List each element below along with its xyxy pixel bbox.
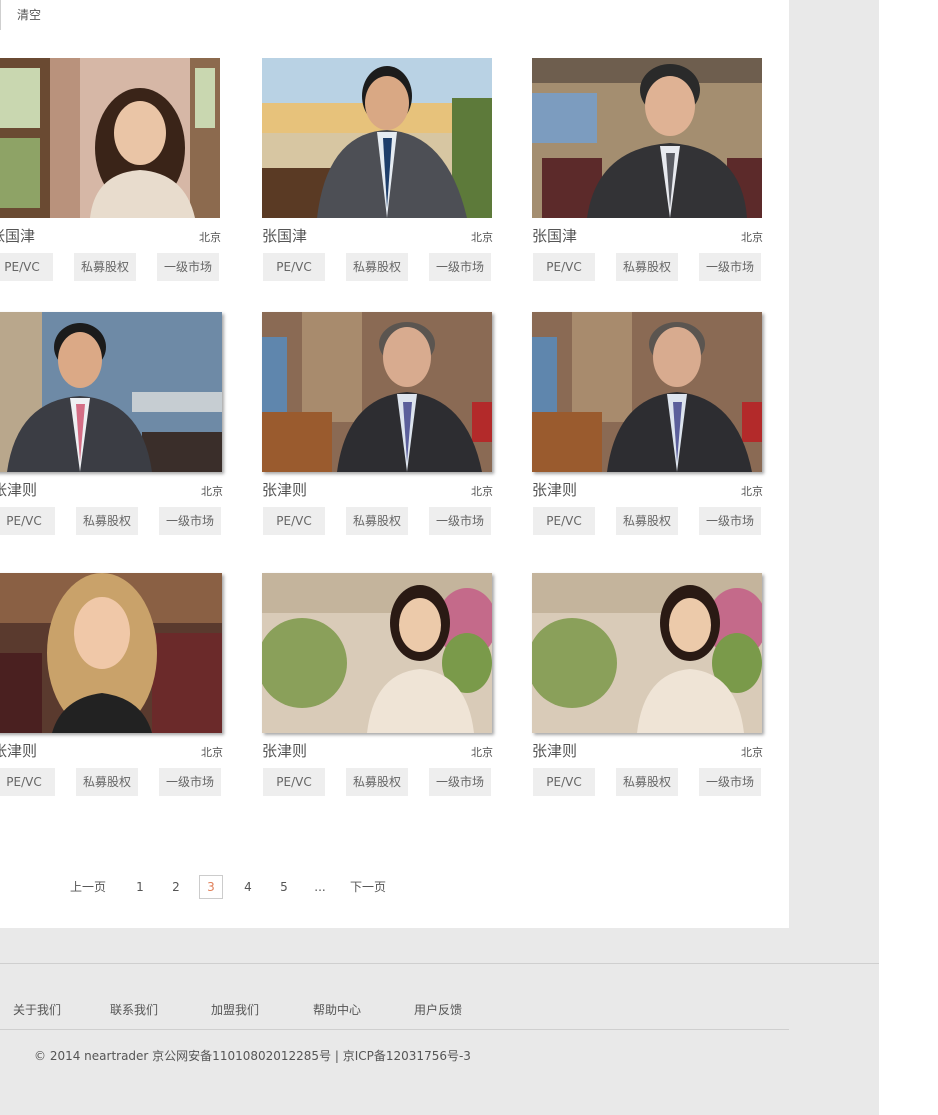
- advisor-name: 张津则: [0, 742, 38, 760]
- advisor-city: 北京: [741, 746, 763, 759]
- tag-private-equity[interactable]: 私募股权: [616, 507, 678, 535]
- advisor-photo[interactable]: [0, 312, 222, 472]
- advisor-photo[interactable]: [262, 312, 492, 472]
- footer-divider-bottom: [0, 1029, 789, 1030]
- tag-pevc[interactable]: PE/VC: [533, 768, 595, 796]
- footer-link-join[interactable]: 加盟我们: [211, 1001, 259, 1018]
- tag-pevc[interactable]: PE/VC: [263, 507, 325, 535]
- tag-primary-market[interactable]: 一级市场: [429, 768, 491, 796]
- tag-private-equity[interactable]: 私募股权: [616, 768, 678, 796]
- advisor-city: 北京: [471, 231, 493, 244]
- next-page-button[interactable]: 下一页: [349, 875, 387, 899]
- advisor-city: 北京: [201, 485, 223, 498]
- content-panel: 清空 张国津 北京 PE/VC 私募股权 一级市场: [0, 0, 789, 928]
- advisor-name: 张国津: [262, 227, 308, 245]
- tag-private-equity[interactable]: 私募股权: [74, 253, 136, 281]
- footer-link-contact[interactable]: 联系我们: [110, 1001, 158, 1018]
- footer-link-help[interactable]: 帮助中心: [313, 1001, 361, 1018]
- tag-pevc[interactable]: PE/VC: [0, 253, 53, 281]
- tag-primary-market[interactable]: 一级市场: [159, 768, 221, 796]
- advisor-photo[interactable]: [0, 58, 220, 218]
- tag-primary-market[interactable]: 一级市场: [699, 253, 761, 281]
- page-5-link[interactable]: 5: [277, 875, 291, 899]
- advisor-name: 张国津: [0, 227, 36, 245]
- tag-private-equity[interactable]: 私募股权: [616, 253, 678, 281]
- page-1-link[interactable]: 1: [133, 875, 147, 899]
- advisor-photo[interactable]: [0, 573, 222, 733]
- tag-private-equity[interactable]: 私募股权: [76, 768, 138, 796]
- page-4-link[interactable]: 4: [241, 875, 255, 899]
- tag-primary-market[interactable]: 一级市场: [159, 507, 221, 535]
- footer-divider-top: [0, 963, 879, 964]
- footer-copyright: © 2014 neartrader 京公网安备11010802012285号 |…: [34, 1049, 471, 1063]
- footer-link-about[interactable]: 关于我们: [13, 1001, 61, 1018]
- advisor-city: 北京: [471, 746, 493, 759]
- advisor-name: 张津则: [262, 742, 308, 760]
- prev-page-button[interactable]: 上一页: [69, 875, 107, 899]
- clear-filter-button[interactable]: 清空: [17, 6, 41, 23]
- tag-pevc[interactable]: PE/VC: [533, 253, 595, 281]
- tag-primary-market[interactable]: 一级市场: [699, 768, 761, 796]
- tag-pevc[interactable]: PE/VC: [0, 768, 55, 796]
- tag-primary-market[interactable]: 一级市场: [699, 507, 761, 535]
- advisor-city: 北京: [471, 485, 493, 498]
- advisor-photo[interactable]: [532, 58, 762, 218]
- tag-private-equity[interactable]: 私募股权: [346, 507, 408, 535]
- tag-primary-market[interactable]: 一级市场: [429, 507, 491, 535]
- tag-pevc[interactable]: PE/VC: [263, 768, 325, 796]
- advisor-city: 北京: [741, 485, 763, 498]
- advisor-photo[interactable]: [262, 58, 492, 218]
- advisor-name: 张津则: [532, 742, 578, 760]
- tag-pevc[interactable]: PE/VC: [0, 507, 55, 535]
- page-ellipsis: ...: [314, 880, 326, 894]
- advisor-city: 北京: [199, 231, 221, 244]
- advisor-name: 张津则: [532, 481, 578, 499]
- advisor-name: 张津则: [262, 481, 308, 499]
- advisor-photo[interactable]: [262, 573, 492, 733]
- filter-bar: 清空: [0, 0, 41, 30]
- page-2-link[interactable]: 2: [169, 875, 183, 899]
- tag-private-equity[interactable]: 私募股权: [76, 507, 138, 535]
- advisor-photo[interactable]: [532, 573, 762, 733]
- advisor-city: 北京: [201, 746, 223, 759]
- tag-pevc[interactable]: PE/VC: [263, 253, 325, 281]
- tag-private-equity[interactable]: 私募股权: [346, 253, 408, 281]
- advisor-photo[interactable]: [532, 312, 762, 472]
- page-3-current[interactable]: 3: [199, 875, 223, 899]
- tag-private-equity[interactable]: 私募股权: [346, 768, 408, 796]
- tag-primary-market[interactable]: 一级市场: [429, 253, 491, 281]
- footer-link-feedback[interactable]: 用户反馈: [414, 1001, 462, 1018]
- advisor-name: 张国津: [532, 227, 578, 245]
- tag-primary-market[interactable]: 一级市场: [157, 253, 219, 281]
- tag-pevc[interactable]: PE/VC: [533, 507, 595, 535]
- advisor-city: 北京: [741, 231, 763, 244]
- advisor-name: 张津则: [0, 481, 38, 499]
